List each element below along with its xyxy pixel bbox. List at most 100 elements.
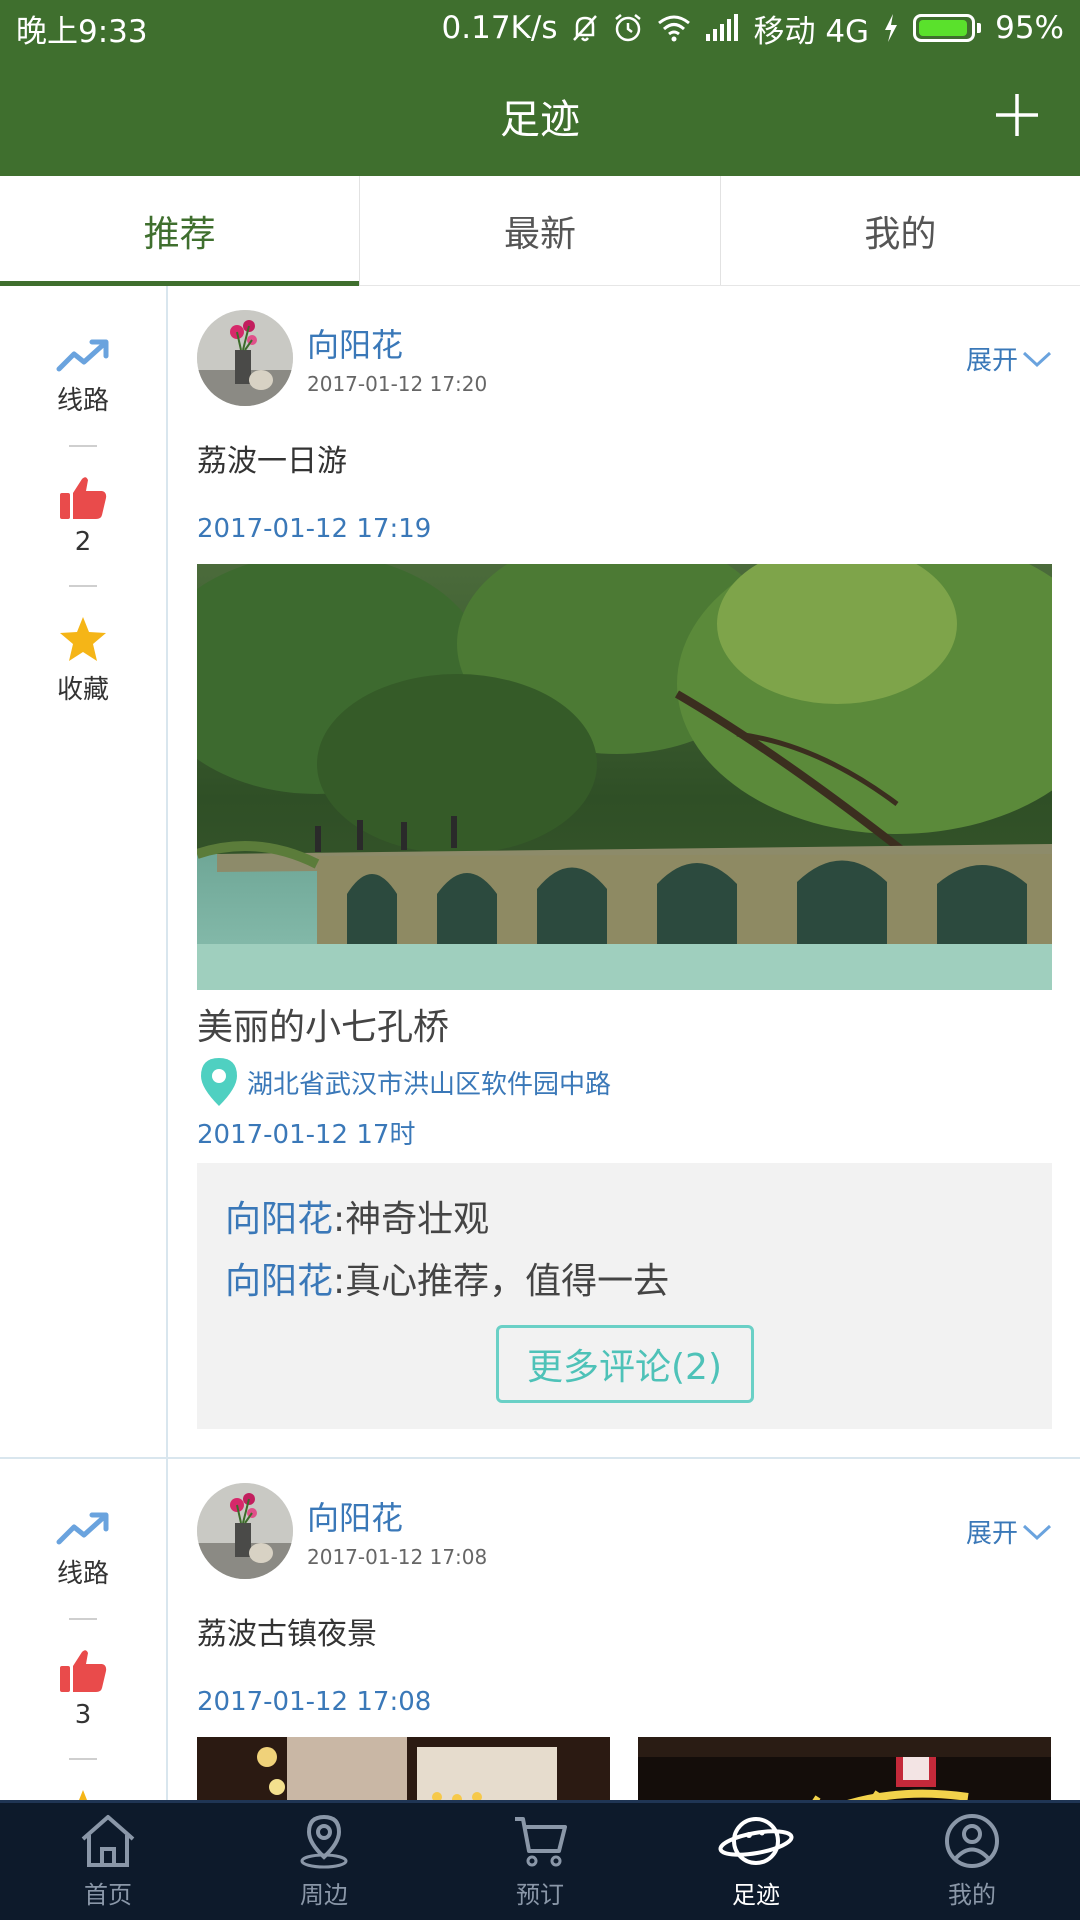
star-icon — [59, 617, 106, 661]
chevron-down-icon — [1022, 1524, 1052, 1540]
divider — [69, 1758, 97, 1760]
post-actions: 线路 2 收藏 — [0, 286, 168, 1457]
comments-box: 向阳花:神奇壮观 向阳花:真心推荐，值得一去 更多评论(2) — [197, 1163, 1052, 1429]
battery-icon — [913, 14, 982, 42]
post-content: 向阳花 2017-01-12 17:20 展开 荔波一日游 2017-01-12… — [168, 286, 1080, 1457]
post-photo[interactable] — [197, 564, 1052, 990]
battery-percent: 95% — [995, 10, 1064, 46]
post-date: 2017-01-12 17:19 — [197, 514, 432, 544]
comment-text: :神奇壮观 — [333, 1199, 490, 1240]
page-title: 足迹 — [500, 97, 580, 143]
location-date: 2017-01-12 17时 — [197, 1120, 416, 1150]
add-button[interactable] — [992, 90, 1042, 140]
comment-item: 向阳花:神奇壮观 — [225, 1189, 1024, 1251]
like-count: 3 — [74, 1700, 92, 1730]
post-timestamp: 2017-01-12 17:20 — [307, 372, 488, 396]
expand-button[interactable]: 展开 — [966, 1513, 1052, 1550]
photo-caption: 美丽的小七孔桥 — [197, 1007, 450, 1048]
expand-label: 展开 — [965, 1519, 1018, 1549]
app-root: 晚上9:33 0.17K/s 移动 4G 95% 足迹 推荐 最新 我的 线路 … — [0, 0, 1080, 1920]
divider — [69, 445, 97, 447]
like-count: 2 — [74, 527, 92, 557]
feed-list[interactable]: 线路 2 收藏 向阳花 2017-01-12 17:20 展开 荔波一日游 20… — [0, 286, 1080, 1800]
signal-icon — [705, 14, 739, 42]
map-pin-icon — [201, 1058, 237, 1106]
thumbs-up-icon — [60, 1650, 107, 1692]
wifi-icon — [657, 14, 691, 42]
nav-booking[interactable]: 预订 — [432, 1803, 648, 1920]
avatar[interactable] — [197, 1483, 293, 1579]
mute-bell-icon — [571, 13, 599, 43]
post-photo[interactable] — [197, 1737, 610, 1800]
post-header: 向阳花 2017-01-12 17:08 展开 — [197, 1483, 1052, 1579]
bottom-nav: 首页 周边 预订 足迹 我的 — [0, 1800, 1080, 1920]
post-actions: 线路 3 — [0, 1459, 168, 1800]
user-name[interactable]: 向阳花 — [307, 1493, 487, 1539]
tab-mine[interactable]: 我的 — [719, 176, 1080, 285]
tab-recommend[interactable]: 推荐 — [0, 176, 360, 286]
nav-profile[interactable]: 我的 — [864, 1803, 1080, 1920]
nav-footprint[interactable]: 足迹 — [648, 1803, 864, 1920]
post-date: 2017-01-12 17:08 — [197, 1687, 432, 1717]
more-comments-button[interactable]: 更多评论(2) — [495, 1325, 754, 1403]
thumbs-up-icon — [60, 477, 107, 519]
nav-booking-label: 预订 — [516, 1881, 564, 1909]
comment-item: 向阳花:真心推荐，值得一去 — [225, 1251, 1024, 1313]
user-icon — [945, 1814, 999, 1868]
status-bar: 晚上9:33 0.17K/s 移动 4G 95% — [0, 0, 1080, 56]
planet-icon — [718, 1817, 794, 1865]
app-header: 足迹 — [0, 56, 1080, 176]
user-meta: 向阳花 2017-01-12 17:08 — [307, 1493, 487, 1569]
route-label: 线路 — [56, 386, 109, 416]
route-label: 线路 — [56, 1559, 109, 1589]
post-header: 向阳花 2017-01-12 17:20 展开 — [197, 310, 1052, 406]
nav-home[interactable]: 首页 — [0, 1803, 216, 1920]
location-row[interactable]: 湖北省武汉市洪山区软件园中路 — [197, 1056, 1052, 1108]
comment-text: :真心推荐，值得一去 — [333, 1261, 670, 1302]
post-card: 线路 3 向阳花 2017-01-12 17:08 展开 荔波古镇夜景 2017… — [0, 1459, 1080, 1800]
nav-nearby[interactable]: 周边 — [216, 1803, 432, 1920]
expand-label: 展开 — [965, 346, 1018, 376]
post-title: 荔波古镇夜景 — [197, 1617, 377, 1652]
charging-icon — [883, 14, 899, 42]
comment-user[interactable]: 向阳花 — [225, 1261, 333, 1302]
route-button[interactable]: 线路 — [56, 336, 110, 417]
nav-profile-label: 我的 — [948, 1881, 996, 1909]
expand-button[interactable]: 展开 — [966, 340, 1052, 377]
photo-grid — [197, 1737, 1052, 1800]
status-right: 0.17K/s 移动 4G 95% — [442, 6, 1064, 51]
divider — [69, 585, 97, 587]
status-time: 晚上9:33 — [16, 13, 148, 50]
tab-bar: 推荐 最新 我的 — [0, 176, 1080, 286]
plus-icon — [996, 94, 1038, 136]
tab-latest[interactable]: 最新 — [359, 176, 719, 285]
post-photo[interactable] — [638, 1737, 1051, 1800]
route-button[interactable]: 线路 — [56, 1509, 110, 1590]
nav-footprint-label: 足迹 — [732, 1881, 780, 1909]
post-timestamp: 2017-01-12 17:08 — [307, 1545, 488, 1569]
location-icon — [300, 1814, 348, 1869]
chevron-down-icon — [1022, 351, 1052, 367]
alarm-icon — [613, 13, 643, 43]
location-text: 湖北省武汉市洪山区软件园中路 — [247, 1069, 612, 1100]
favorite-label: 收藏 — [56, 675, 109, 705]
user-name[interactable]: 向阳花 — [307, 320, 487, 366]
net-speed: 0.17K/s — [441, 10, 558, 46]
trend-icon — [56, 339, 109, 372]
post-title: 荔波一日游 — [197, 444, 347, 479]
like-button[interactable]: 3 — [58, 1648, 108, 1730]
avatar[interactable] — [197, 310, 293, 406]
post-card: 线路 2 收藏 向阳花 2017-01-12 17:20 展开 荔波一日游 20… — [0, 286, 1080, 1459]
star-icon — [79, 1790, 87, 1800]
nav-home-label: 首页 — [84, 1881, 132, 1909]
comment-user[interactable]: 向阳花 — [225, 1199, 333, 1240]
carrier: 移动 4G — [753, 13, 870, 50]
home-icon — [81, 1815, 135, 1867]
favorite-button[interactable] — [58, 1788, 108, 1800]
like-button[interactable]: 2 — [58, 475, 108, 557]
nav-nearby-label: 周边 — [300, 1881, 348, 1909]
cart-icon — [515, 1817, 567, 1867]
trend-icon — [56, 1512, 109, 1545]
user-meta: 向阳花 2017-01-12 17:20 — [307, 320, 487, 396]
favorite-button[interactable]: 收藏 — [57, 615, 109, 706]
